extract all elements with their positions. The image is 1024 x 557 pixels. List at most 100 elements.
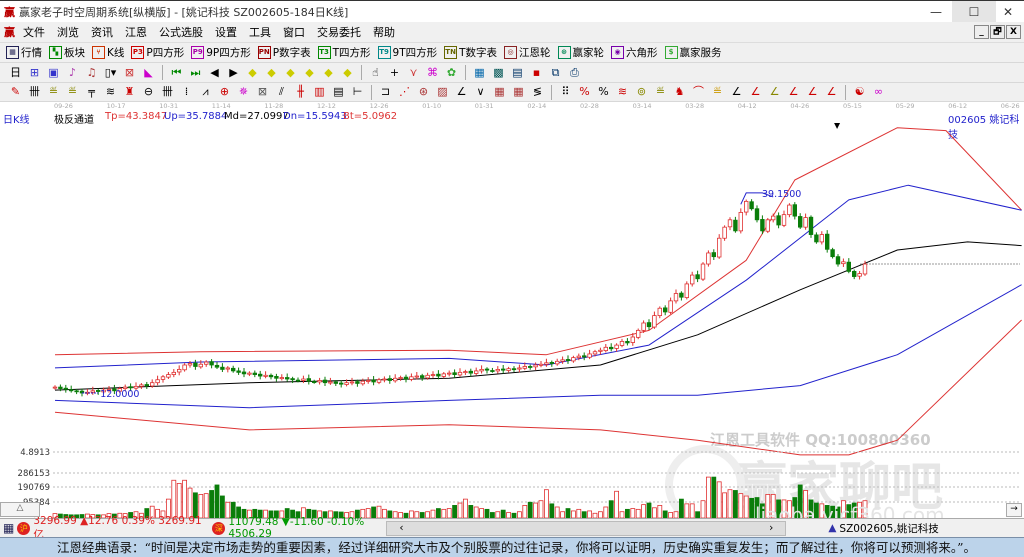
close-button[interactable]: ✕ — [986, 1, 1024, 23]
menu-item[interactable]: 资讯 — [91, 24, 113, 40]
menu-item[interactable]: 江恩 — [125, 24, 147, 40]
gold3-icon[interactable]: ≝ — [654, 85, 668, 99]
wave2-icon[interactable]: ♫ — [85, 66, 99, 80]
menu-item[interactable]: 文件 — [23, 24, 45, 40]
cross-circle-icon[interactable]: ⊕ — [218, 85, 232, 99]
mesh2-icon[interactable]: ▦ — [512, 85, 526, 99]
fork-icon[interactable]: ╤ — [85, 85, 99, 99]
menu-item[interactable]: 交易委托 — [317, 24, 361, 40]
diamond3-icon[interactable]: ◆ — [284, 66, 298, 80]
candle-icon[interactable]: ▯▾ — [104, 66, 118, 80]
toolbar-button[interactable]: T3 T四方形 — [317, 45, 371, 60]
angle6-icon[interactable]: ∠ — [806, 85, 820, 99]
chart-flag-icon[interactable]: ◣ — [142, 66, 156, 80]
red-fork-icon[interactable]: ╫ — [294, 85, 308, 99]
lines-icon[interactable]: ≶ — [531, 85, 545, 99]
angle2-icon[interactable]: ∠ — [730, 85, 744, 99]
collapse-button[interactable]: △ — [0, 502, 40, 517]
box-x-icon[interactable]: ⊠ — [256, 85, 270, 99]
toolbar-button[interactable]: ▚ 板块 — [49, 45, 85, 60]
people-icon[interactable]: ✿ — [445, 66, 459, 80]
toolbar-button[interactable]: $ 赢家服务 — [664, 45, 722, 60]
toolbar-button[interactable]: P3 P四方形 — [131, 45, 184, 60]
infinity-icon[interactable]: ∞ — [872, 85, 886, 99]
calc-icon[interactable]: ▩ — [492, 66, 506, 80]
diamond4-icon[interactable]: ◆ — [303, 66, 317, 80]
toolbar-button[interactable]: ⑂ K线 — [92, 45, 124, 60]
toolbar-button[interactable]: ◉ 六角形 — [611, 45, 658, 60]
matrix-icon[interactable]: ⠿ — [559, 85, 573, 99]
calendar-icon[interactable]: ▦ — [473, 66, 487, 80]
bars2-icon[interactable]: 卌 — [161, 85, 175, 99]
stack-icon[interactable]: ▤ — [332, 85, 346, 99]
draw-icon[interactable]: ⊞ — [28, 66, 42, 80]
menu-item[interactable]: 帮助 — [373, 24, 395, 40]
bars-icon[interactable]: 卌 — [28, 85, 42, 99]
spiral-icon[interactable]: ⊛ — [417, 85, 431, 99]
diamond1-icon[interactable]: ◆ — [246, 66, 260, 80]
arc-icon[interactable]: ⌒ — [692, 85, 706, 99]
diamond5-icon[interactable]: ◆ — [322, 66, 336, 80]
right-icon[interactable]: ▶ — [227, 66, 241, 80]
kline-chart[interactable]: 江恩工具软件 QQ:100800360赢家聊吧▼39.150012.00004.… — [0, 123, 1024, 518]
zigzag-icon[interactable]: ⋎ — [407, 66, 421, 80]
toolbar-button[interactable]: ⊛ 赢家轮 — [557, 45, 604, 60]
mdi-minimize-button[interactable]: _ — [974, 25, 989, 39]
toolbar-button[interactable]: ◎ 江恩轮 — [504, 45, 551, 60]
gold4-icon[interactable]: ≝ — [711, 85, 725, 99]
grid-icon[interactable]: ▦ — [3, 521, 14, 535]
pin-icon[interactable]: ♜ — [123, 85, 137, 99]
ray-icon[interactable]: ⋰ — [398, 85, 412, 99]
horizontal-scrollbar[interactable]: ‹ › — [386, 520, 787, 536]
pen-icon[interactable]: ✎ — [9, 85, 23, 99]
gold2-icon[interactable]: ≝ — [66, 85, 80, 99]
doc-icon[interactable]: ▤ — [511, 66, 525, 80]
menu-item[interactable]: 设置 — [215, 24, 237, 40]
expand-button[interactable]: → — [1006, 503, 1022, 517]
save-icon[interactable]: ▪ — [530, 66, 544, 80]
grid-red-icon[interactable]: ▨ — [436, 85, 450, 99]
coin-icon[interactable]: ⊚ — [635, 85, 649, 99]
grid-n-icon[interactable]: ⁞ — [180, 85, 194, 99]
vee-icon[interactable]: ∨ — [474, 85, 488, 99]
yinyang-icon[interactable]: ☯ — [853, 85, 867, 99]
period-day-icon[interactable]: 日▾ — [9, 66, 23, 93]
hand-icon[interactable]: ☝ — [369, 66, 383, 80]
frame-icon[interactable]: ⊐ — [379, 85, 393, 99]
note-icon[interactable]: ▣ — [47, 66, 61, 80]
percent-icon[interactable]: % — [597, 85, 611, 99]
gold1-icon[interactable]: ≝ — [47, 85, 61, 99]
toolbar-button[interactable]: ▦ 行情 — [6, 45, 42, 60]
angle5-icon[interactable]: ∠ — [787, 85, 801, 99]
mdi-close-button[interactable]: X — [1006, 25, 1021, 39]
cross-icon[interactable]: ⊠ — [123, 66, 137, 80]
menu-item[interactable]: 窗口 — [283, 24, 305, 40]
scroll-right-button[interactable]: › — [769, 522, 773, 535]
toolbar-button[interactable]: TN T数字表 — [444, 45, 497, 60]
coil-icon[interactable]: ≋ — [104, 85, 118, 99]
diamond2-icon[interactable]: ◆ — [265, 66, 279, 80]
toolbar-button[interactable]: T9 9T四方形 — [377, 45, 437, 60]
left-icon[interactable]: ◀ — [208, 66, 222, 80]
red-box-icon[interactable]: ▥ — [313, 85, 327, 99]
mesh-icon[interactable]: ▦ — [493, 85, 507, 99]
print-icon[interactable]: ⎙ — [568, 66, 582, 80]
menu-item[interactable]: 工具 — [249, 24, 271, 40]
diamond6-icon[interactable]: ◆ — [341, 66, 355, 80]
network-icon[interactable]: ⧉ — [549, 66, 563, 80]
angle7-icon[interactable]: ∠ — [825, 85, 839, 99]
gift-icon[interactable]: ⌘ — [426, 66, 440, 80]
circle-lines-icon[interactable]: ⊖ — [142, 85, 156, 99]
span-icon[interactable]: ⊢ — [351, 85, 365, 99]
percent-lines-icon[interactable]: ≋ — [616, 85, 630, 99]
percent-red-icon[interactable]: % — [578, 85, 592, 99]
angle3-icon[interactable]: ∠ — [749, 85, 763, 99]
crosshair-icon[interactable]: + — [388, 66, 402, 80]
toolbar-button[interactable]: P9 9P四方形 — [191, 45, 251, 60]
slant-icon[interactable]: ⫽ — [275, 85, 289, 99]
menu-item[interactable]: 浏览 — [57, 24, 79, 40]
last-icon[interactable]: ⏭ — [189, 66, 203, 80]
menu-item[interactable]: 公式选股 — [159, 24, 203, 40]
scroll-left-button[interactable]: ‹ — [399, 522, 403, 535]
mdi-restore-button[interactable]: 🗗 — [990, 25, 1005, 39]
